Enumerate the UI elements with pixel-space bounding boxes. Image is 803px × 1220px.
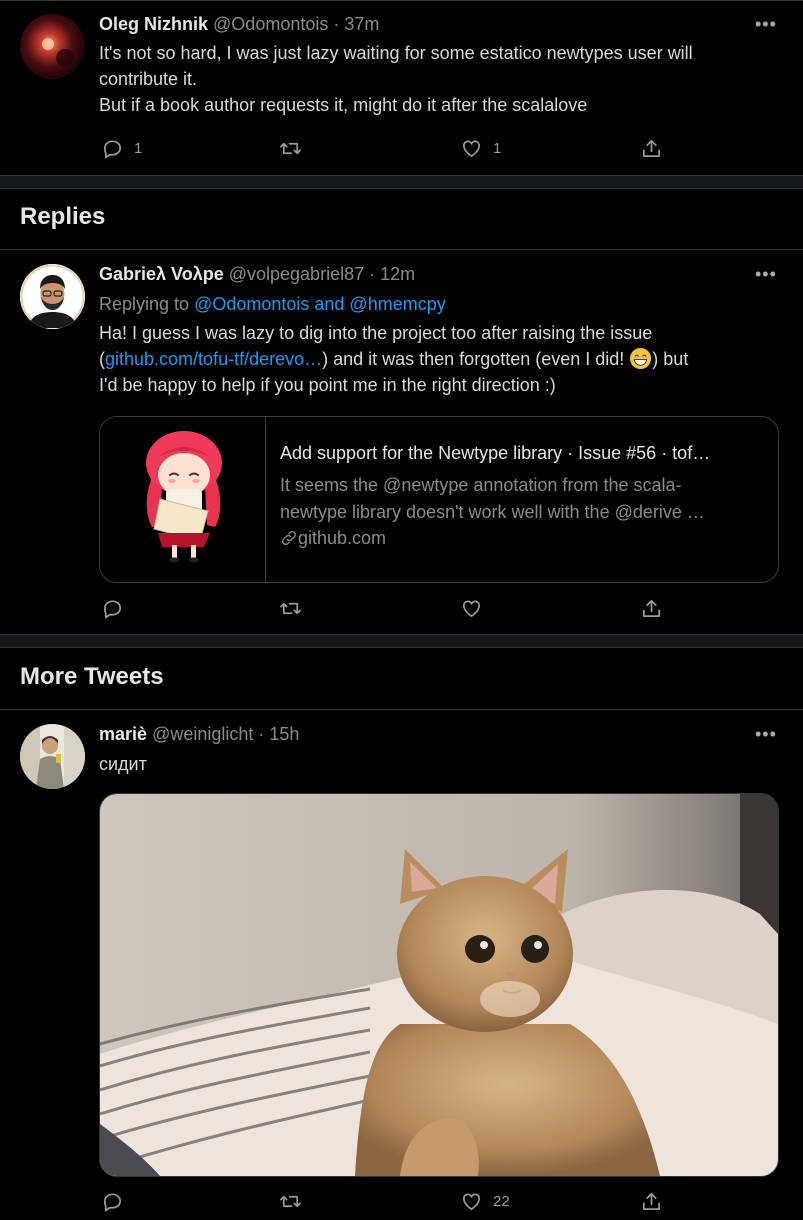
like-icon [462,1193,481,1210]
tweet-time[interactable]: · 15h [258,724,299,744]
tweet-text: сидит [99,754,147,774]
reply-button[interactable] [101,1188,124,1214]
retweet-button[interactable] [279,1188,302,1214]
tweet-actions: 22 [99,1188,699,1214]
reply-icon [103,1192,122,1211]
tweet-marie[interactable]: mariè @weiniglicht · 15h ••• сидит 22 [0,0,803,1220]
author-handle[interactable]: @weiniglicht [152,724,253,744]
avatar[interactable] [20,724,85,789]
author-name[interactable]: mariè [99,724,147,744]
share-button[interactable] [640,1188,663,1214]
like-button[interactable]: 22 [460,1188,510,1214]
more-icon[interactable]: ••• [755,724,776,744]
retweet-icon [280,1195,301,1207]
tweet-photo[interactable] [99,793,779,1177]
tweet-header: mariè @weiniglicht · 15h [99,723,299,745]
share-icon [642,1192,661,1210]
like-count: 22 [493,1192,510,1210]
